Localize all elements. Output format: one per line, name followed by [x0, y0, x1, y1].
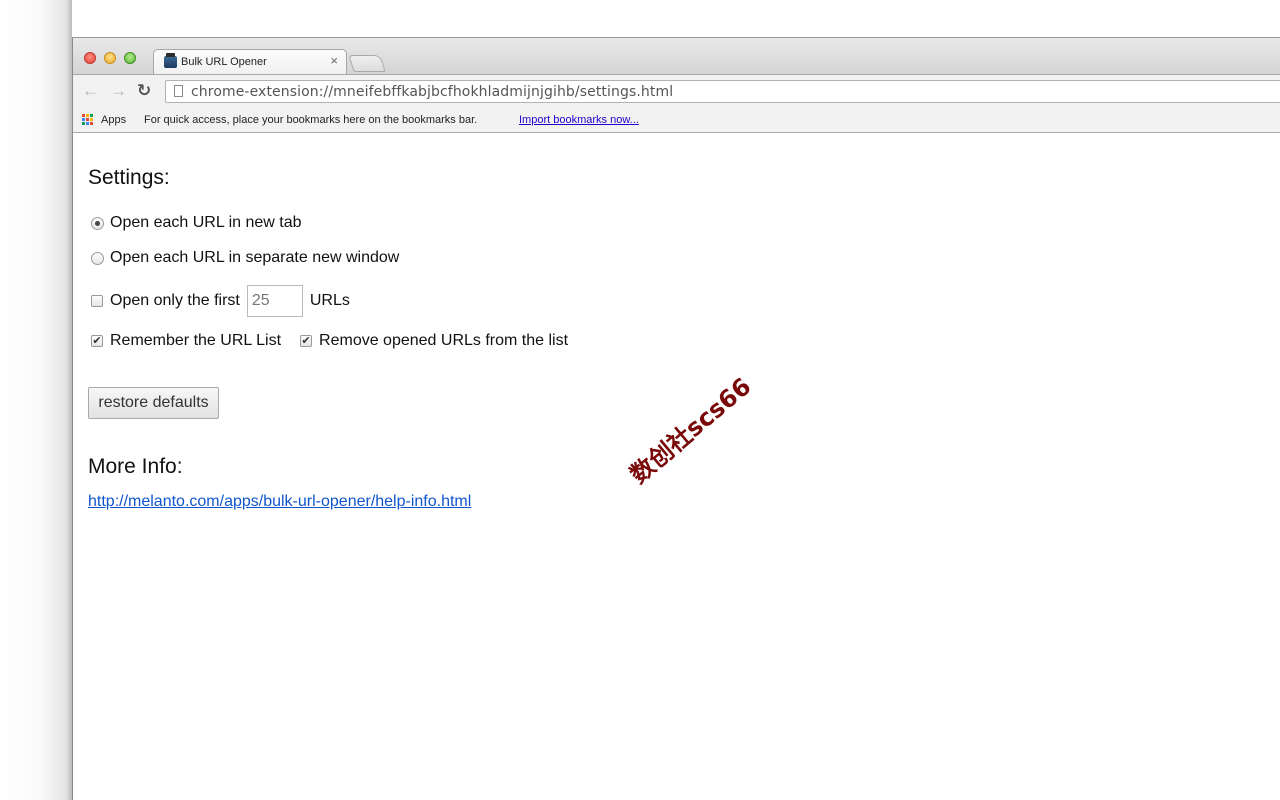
tab-strip: Bulk URL Opener × [73, 38, 1280, 75]
url-count-input[interactable] [246, 285, 303, 317]
checkbox-open-first[interactable] [91, 295, 103, 307]
tab-bulk-url-opener[interactable]: Bulk URL Opener × [153, 49, 347, 75]
radio-open-new-window[interactable] [91, 251, 104, 265]
url-text[interactable]: chrome-extension://mneifebffkabjbcfhokhl… [191, 84, 673, 100]
page-content: Settings: Open each URL in new tab Open … [73, 133, 1280, 800]
new-tab-button[interactable] [348, 55, 386, 72]
option-open-first: Open only the first URLs [88, 285, 350, 317]
minimize-window-button[interactable] [104, 52, 116, 64]
browser-window: Bulk URL Opener × ← → ↻ chrome-extension… [72, 37, 1280, 800]
address-bar[interactable]: chrome-extension://mneifebffkabjbcfhokhl… [165, 80, 1280, 103]
browser-toolbar: ← → ↻ chrome-extension://mneifebffkabjbc… [73, 74, 1280, 108]
option-open-first-suffix: URLs [309, 292, 350, 309]
radio-open-new-tab[interactable] [91, 216, 104, 230]
remember-list-label: Remember the URL List [110, 332, 282, 349]
help-info-link[interactable]: http://melanto.com/apps/bulk-url-opener/… [88, 493, 471, 511]
import-bookmarks-link[interactable]: Import bookmarks now... [519, 114, 639, 126]
extension-favicon-icon [164, 56, 177, 68]
tab-title: Bulk URL Opener [181, 56, 267, 68]
page-icon [174, 85, 183, 97]
restore-defaults-button[interactable]: restore defaults [88, 387, 219, 419]
bookmarks-bar: Apps For quick access, place your bookma… [73, 108, 1280, 133]
option-open-new-window-label: Open each URL in separate new window [110, 249, 400, 266]
settings-heading: Settings: [88, 166, 170, 189]
zoom-window-button[interactable] [124, 52, 136, 64]
checkbox-remember-list[interactable]: ✔ [91, 335, 103, 347]
forward-arrow-icon[interactable]: → [110, 82, 127, 100]
desktop-background [0, 0, 72, 800]
option-row-list: ✔ Remember the URL List ✔ Remove opened … [88, 332, 568, 350]
apps-grid-icon[interactable] [82, 114, 94, 126]
close-window-button[interactable] [84, 52, 96, 64]
back-arrow-icon[interactable]: ← [82, 82, 99, 100]
bookmarks-hint-text: For quick access, place your bookmarks h… [144, 114, 478, 126]
checkbox-remove-opened[interactable]: ✔ [300, 335, 313, 347]
apps-shortcut[interactable]: Apps [101, 114, 126, 126]
watermark-text: 数创社scs66 [624, 372, 757, 490]
close-tab-icon[interactable]: × [330, 53, 338, 68]
option-open-first-prefix: Open only the first [110, 292, 240, 309]
more-info-heading: More Info: [88, 455, 183, 478]
option-open-new-tab[interactable]: Open each URL in new tab [88, 214, 302, 232]
option-open-new-window[interactable]: Open each URL in separate new window [88, 249, 399, 267]
reload-icon[interactable]: ↻ [137, 82, 151, 100]
option-open-new-tab-label: Open each URL in new tab [110, 214, 302, 231]
remove-opened-label: Remove opened URLs from the list [319, 332, 569, 349]
